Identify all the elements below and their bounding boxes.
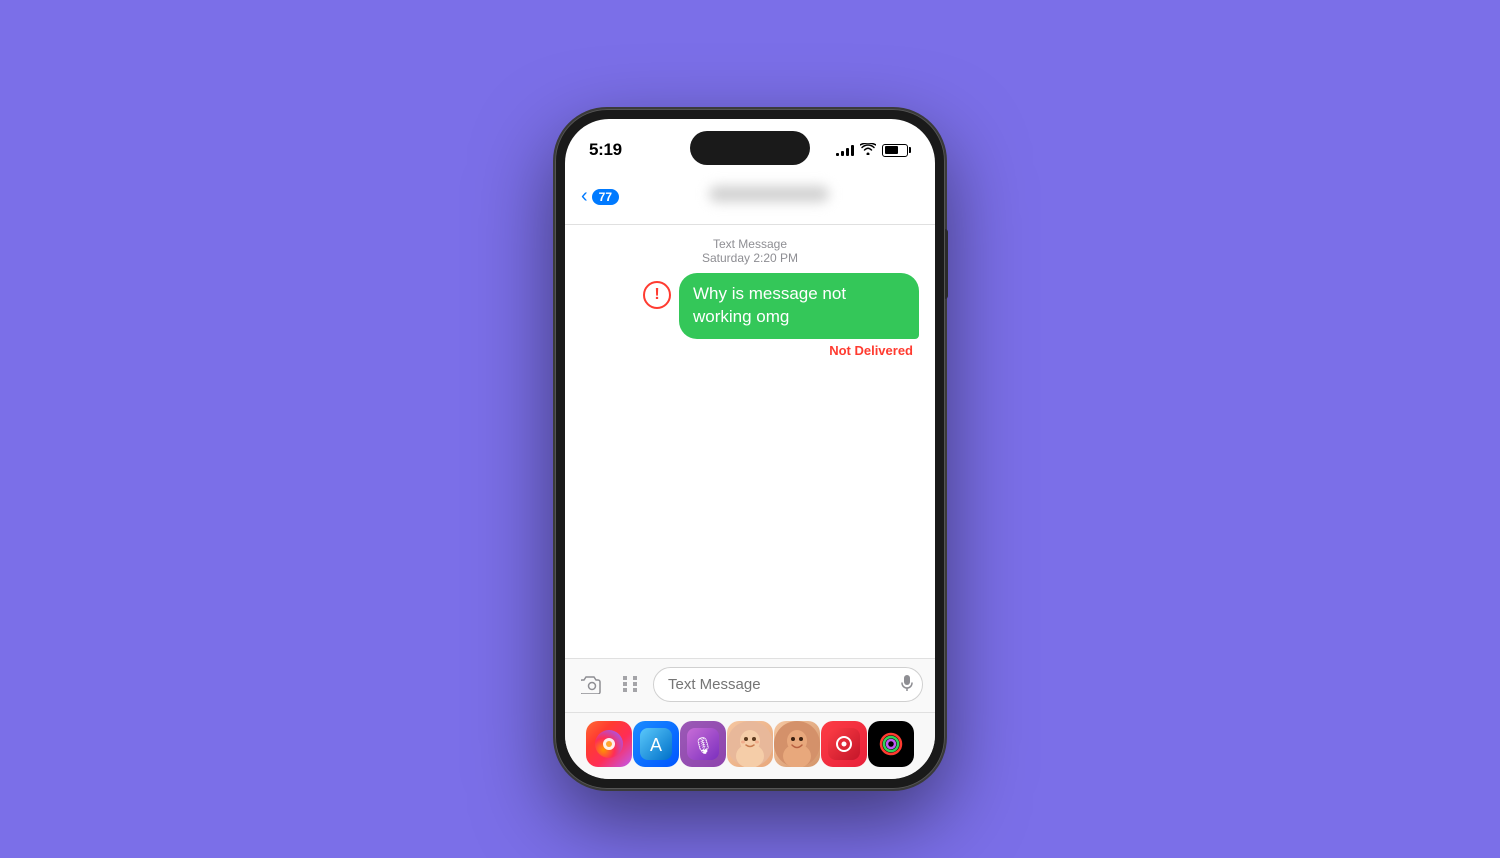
error-icon[interactable]: ! bbox=[643, 281, 671, 309]
text-input-wrap[interactable] bbox=[653, 667, 923, 702]
not-delivered-label: Not Delivered bbox=[581, 343, 919, 358]
dock-memoji2[interactable] bbox=[774, 721, 820, 767]
dock-activity[interactable] bbox=[868, 721, 914, 767]
dock-music[interactable] bbox=[821, 721, 867, 767]
camera-button[interactable] bbox=[577, 670, 607, 700]
message-timestamp: Text Message Saturday 2:20 PM bbox=[581, 237, 919, 265]
messages-area: Text Message Saturday 2:20 PM ! Why is m… bbox=[565, 225, 935, 658]
apps-button[interactable] bbox=[615, 670, 645, 700]
svg-text:A: A bbox=[650, 735, 662, 755]
status-right bbox=[836, 143, 911, 158]
back-button[interactable]: ‹ 77 bbox=[581, 187, 619, 206]
timestamp-label: Text Message bbox=[581, 237, 919, 251]
svg-text:🎙: 🎙 bbox=[693, 737, 713, 755]
status-time: 5:19 bbox=[589, 140, 622, 160]
mic-icon[interactable] bbox=[901, 675, 913, 694]
phone-screen: 5:19 bbox=[565, 119, 935, 779]
phone-wrapper: 5:19 bbox=[555, 109, 945, 789]
back-badge: 77 bbox=[592, 189, 619, 205]
message-row: ! Why is message not working omg bbox=[581, 273, 919, 339]
battery-icon bbox=[882, 144, 911, 157]
back-chevron-icon: ‹ bbox=[581, 186, 588, 206]
dock-memoji1[interactable] bbox=[727, 721, 773, 767]
dynamic-island bbox=[690, 131, 810, 165]
signal-icon bbox=[836, 144, 854, 156]
dock-appstore[interactable]: A bbox=[633, 721, 679, 767]
wifi-icon bbox=[860, 143, 876, 158]
nav-bar: ‹ 77 bbox=[565, 173, 935, 225]
input-bar bbox=[565, 658, 935, 712]
contact-name-area[interactable] bbox=[619, 186, 919, 207]
message-input[interactable] bbox=[653, 667, 923, 702]
timestamp-date: Saturday 2:20 PM bbox=[581, 251, 919, 265]
message-bubble[interactable]: Why is message not working omg bbox=[679, 273, 919, 339]
contact-name-blurred bbox=[709, 186, 829, 202]
dock-podcasts[interactable]: 🎙 bbox=[680, 721, 726, 767]
dock-photos[interactable] bbox=[586, 721, 632, 767]
dock: A 🎙 bbox=[565, 712, 935, 779]
